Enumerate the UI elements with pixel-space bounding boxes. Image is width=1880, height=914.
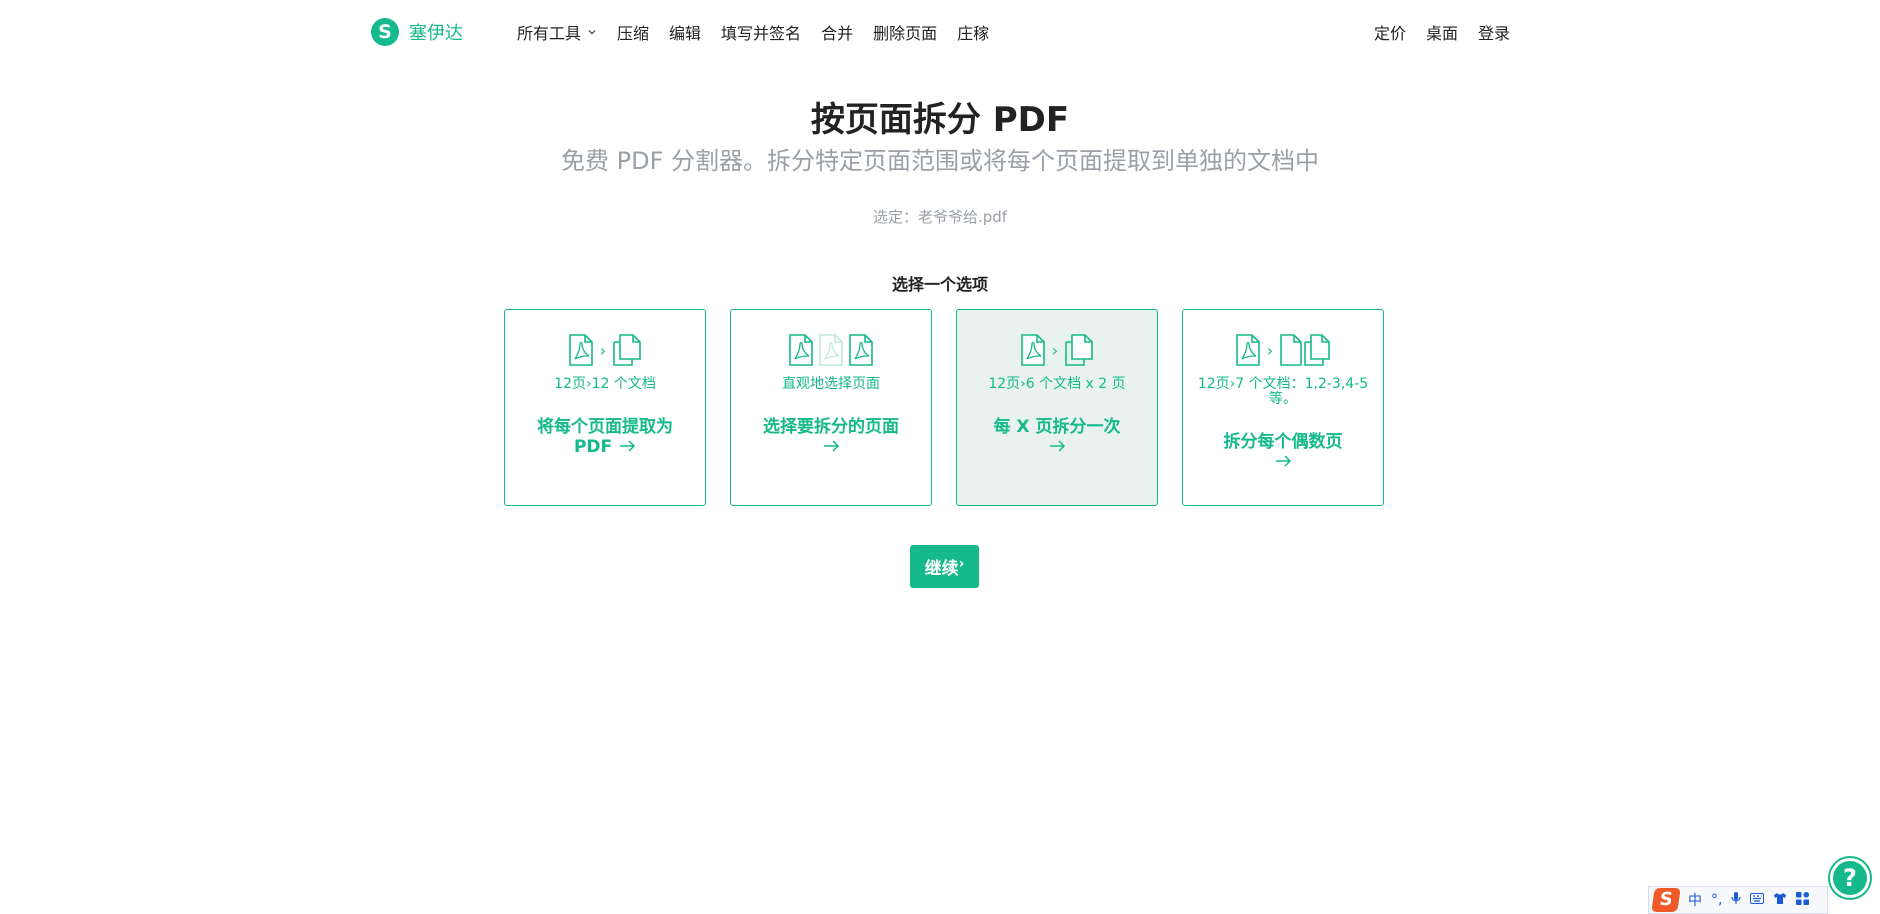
keyboard-icon[interactable] bbox=[1750, 892, 1765, 908]
pdf-file-icon bbox=[848, 334, 874, 366]
option-extract-every-page[interactable]: › 12页›12 个文档 将每个页面提取为 PDF bbox=[504, 309, 706, 506]
option-label-line1: 每 X 页拆分一次 bbox=[993, 417, 1121, 437]
help-button[interactable]: ? bbox=[1830, 858, 1870, 898]
ime-mode-toggle[interactable]: 中 bbox=[1688, 890, 1702, 910]
nav-right: 定价 桌面 登录 bbox=[1354, 20, 1510, 44]
ime-logo-icon[interactable]: S bbox=[1651, 888, 1681, 912]
arrow-right-icon bbox=[822, 437, 840, 457]
multiple-documents-icon bbox=[1303, 334, 1331, 366]
arrow-right-icon bbox=[1274, 452, 1292, 472]
option-description: 12页›12 个文档 bbox=[554, 376, 656, 392]
option-label: 每 X 页拆分一次 bbox=[969, 417, 1145, 457]
chevron-right-icon: › bbox=[1266, 340, 1274, 360]
arrow-right-icon bbox=[1048, 437, 1066, 457]
nav-all-tools-label: 所有工具 bbox=[517, 24, 582, 43]
option-label: 拆分每个偶数页 bbox=[1195, 432, 1371, 472]
nav-pricing[interactable]: 定价 bbox=[1374, 20, 1406, 44]
split-options: › 12页›12 个文档 将每个页面提取为 PDF 直观地选择页面 选择要拆分的… bbox=[504, 309, 1384, 506]
arrow-right-icon bbox=[618, 437, 636, 457]
chevron-right-icon: › bbox=[958, 555, 965, 572]
ime-toolbar: S 中 °, bbox=[1648, 886, 1828, 914]
option-description: 12页›6 个文档 x 2 页 bbox=[988, 376, 1126, 392]
nav-fill-sign[interactable]: 填写并签名 bbox=[721, 20, 801, 44]
card-icons: › bbox=[1183, 332, 1383, 368]
nav-login[interactable]: 登录 bbox=[1478, 20, 1510, 44]
continue-button[interactable]: 继续 › bbox=[910, 545, 979, 588]
brand-logo[interactable]: S 塞伊达 bbox=[371, 18, 463, 46]
main-nav: 所有工具 压缩 编辑 填写并签名 合并 删除页面 庄稼 bbox=[517, 20, 1009, 44]
selected-file-text: 选定：老爷爷给.pdf bbox=[872, 208, 1008, 226]
chevron-right-icon: › bbox=[599, 340, 607, 360]
options-heading: 选择一个选项 bbox=[891, 275, 988, 294]
option-label: 将每个页面提取为 PDF bbox=[517, 417, 693, 457]
skin-shirt-icon[interactable] bbox=[1773, 892, 1787, 909]
pdf-file-icon bbox=[1235, 334, 1261, 366]
pdf-file-icon bbox=[1020, 334, 1046, 366]
option-split-every-x-pages[interactable]: › 12页›6 个文档 x 2 页 每 X 页拆分一次 bbox=[956, 309, 1158, 506]
card-icons bbox=[731, 332, 931, 368]
chevron-right-icon: › bbox=[1051, 340, 1059, 360]
option-description: 12页›7 个文档：1,2-3,4-5 等。 bbox=[1197, 376, 1369, 407]
nav-compress[interactable]: 压缩 bbox=[617, 20, 649, 44]
option-description: 直观地选择页面 bbox=[782, 376, 880, 392]
page-subtitle: 免费 PDF 分割器。拆分特定页面范围或将每个页面提取到单独的文档中 bbox=[560, 147, 1319, 175]
continue-label: 继续 bbox=[924, 559, 959, 579]
option-label-line1: 选择要拆分的页面 bbox=[763, 417, 899, 437]
nav-delete-pages[interactable]: 删除页面 bbox=[873, 20, 937, 44]
chevron-down-icon bbox=[587, 27, 597, 37]
nav-merge[interactable]: 合并 bbox=[821, 20, 853, 44]
card-icons: › bbox=[505, 332, 705, 368]
nav-desktop[interactable]: 桌面 bbox=[1426, 20, 1458, 44]
toolbox-grid-icon[interactable] bbox=[1796, 891, 1810, 909]
blank-document-icon bbox=[1279, 334, 1303, 366]
nav-all-tools[interactable]: 所有工具 bbox=[517, 20, 597, 44]
punctuation-icon[interactable]: °, bbox=[1711, 892, 1722, 908]
option-label: 选择要拆分的页面 bbox=[743, 417, 919, 457]
top-nav-bar: S 塞伊达 所有工具 压缩 编辑 填写并签名 合并 删除页面 庄稼 定价 桌面 … bbox=[0, 0, 1880, 64]
nav-crop[interactable]: 庄稼 bbox=[957, 20, 989, 44]
logo-icon: S bbox=[371, 18, 399, 46]
nav-edit[interactable]: 编辑 bbox=[669, 20, 701, 44]
option-label-line2: PDF bbox=[573, 437, 613, 457]
pdf-file-faded-icon bbox=[818, 334, 844, 366]
card-icons: › bbox=[957, 332, 1157, 368]
multiple-documents-icon bbox=[612, 334, 642, 366]
page-title: 按页面拆分 PDF bbox=[810, 100, 1070, 140]
brand-name: 塞伊达 bbox=[409, 23, 463, 44]
microphone-icon[interactable] bbox=[1731, 891, 1742, 909]
option-label-line1: 将每个页面提取为 bbox=[537, 417, 673, 437]
option-split-even-pages[interactable]: › 12页›7 个文档：1,2-3,4-5 等。 拆分每个偶数页 bbox=[1182, 309, 1384, 506]
pdf-file-icon bbox=[568, 334, 594, 366]
multiple-documents-icon bbox=[1064, 334, 1094, 366]
option-select-pages[interactable]: 直观地选择页面 选择要拆分的页面 bbox=[730, 309, 932, 506]
pdf-file-icon bbox=[788, 334, 814, 366]
option-label-line1: 拆分每个偶数页 bbox=[1223, 432, 1343, 452]
